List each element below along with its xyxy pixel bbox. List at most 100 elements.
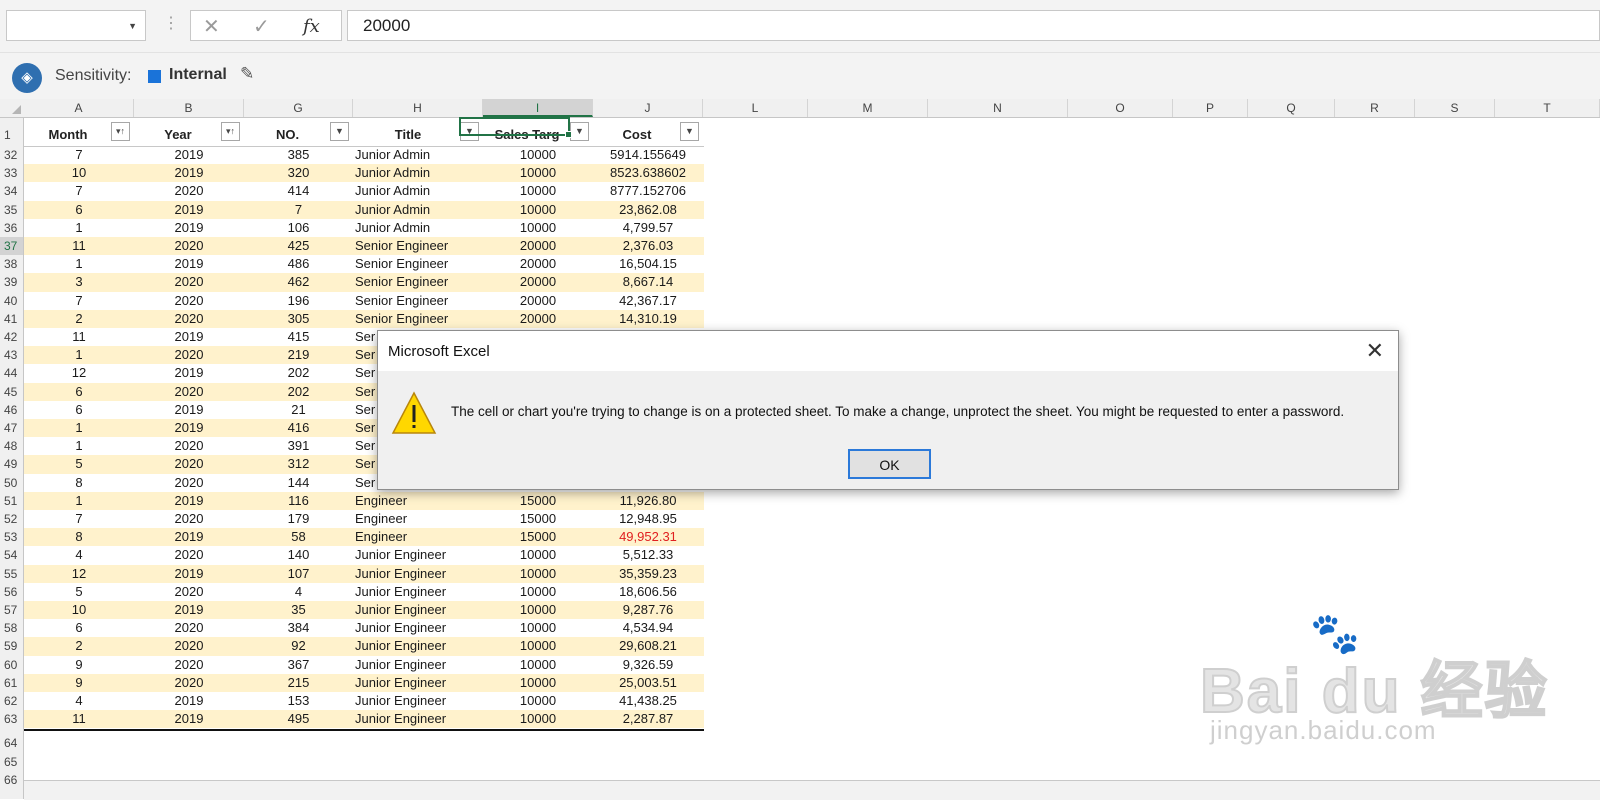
row-header[interactable]: 59: [0, 637, 23, 655]
cell-target[interactable]: 20000: [483, 255, 593, 273]
row-header[interactable]: 63: [0, 710, 23, 728]
cell-target[interactable]: 15000: [483, 510, 593, 528]
row-header[interactable]: 47: [0, 419, 23, 437]
cell-target[interactable]: 10000: [483, 182, 593, 200]
row-header[interactable]: 60: [0, 656, 23, 674]
cell-year[interactable]: 2020: [134, 237, 244, 255]
cell-month[interactable]: 6: [24, 383, 134, 401]
cell-no[interactable]: 21: [244, 401, 353, 419]
cell-month[interactable]: 7: [24, 146, 134, 164]
cell-target[interactable]: 10000: [483, 201, 593, 219]
cell-month[interactable]: 11: [24, 237, 134, 255]
row-header[interactable]: 34: [0, 182, 23, 200]
cell-month[interactable]: 11: [24, 328, 134, 346]
cell-no[interactable]: 7: [244, 201, 353, 219]
active-cell[interactable]: [459, 117, 572, 138]
cell-no[interactable]: 140: [244, 546, 353, 564]
cell-month[interactable]: 12: [24, 565, 134, 583]
filter-dropdown-icon[interactable]: ▼: [570, 122, 589, 141]
row-header[interactable]: 36: [0, 219, 23, 237]
cell-year[interactable]: 2020: [134, 619, 244, 637]
cell-cost[interactable]: 14,310.19: [593, 310, 703, 328]
select-all-button[interactable]: [0, 99, 24, 117]
cell-year[interactable]: 2020: [134, 674, 244, 692]
column-header-n[interactable]: N: [928, 99, 1068, 117]
cell-title[interactable]: Engineer: [353, 492, 485, 510]
name-box[interactable]: ▼: [6, 10, 146, 41]
cell-no[interactable]: 202: [244, 364, 353, 382]
cell-cost[interactable]: 9,326.59: [593, 656, 703, 674]
column-header-r[interactable]: R: [1335, 99, 1415, 117]
cell-no[interactable]: 219: [244, 346, 353, 364]
cell-title[interactable]: Junior Admin: [353, 164, 485, 182]
cell-no[interactable]: 495: [244, 710, 353, 728]
cell-year[interactable]: 2019: [134, 401, 244, 419]
cell-year[interactable]: 2019: [134, 328, 244, 346]
row-header[interactable]: 61: [0, 674, 23, 692]
cell-year[interactable]: 2020: [134, 656, 244, 674]
column-header-t[interactable]: T: [1495, 99, 1600, 117]
cell-year[interactable]: 2019: [134, 201, 244, 219]
row-header[interactable]: 43: [0, 346, 23, 364]
cell-title[interactable]: Junior Admin: [353, 201, 485, 219]
row-header[interactable]: 45: [0, 383, 23, 401]
cell-title[interactable]: Junior Engineer: [353, 637, 485, 655]
cell-year[interactable]: 2020: [134, 273, 244, 291]
filter-dropdown-icon[interactable]: ▾↑: [221, 122, 240, 141]
cell-no[interactable]: 320: [244, 164, 353, 182]
column-header-s[interactable]: S: [1415, 99, 1495, 117]
row-header[interactable]: 65: [0, 753, 23, 771]
row-header[interactable]: 66: [0, 771, 23, 789]
cell-no[interactable]: 462: [244, 273, 353, 291]
cell-month[interactable]: 5: [24, 455, 134, 473]
cell-year[interactable]: 2019: [134, 164, 244, 182]
cell-target[interactable]: 15000: [483, 492, 593, 510]
cell-no[interactable]: 202: [244, 383, 353, 401]
cell-title[interactable]: Engineer: [353, 510, 485, 528]
close-icon[interactable]: ✕: [1366, 339, 1384, 363]
column-header-b[interactable]: B: [134, 99, 244, 117]
cell-month[interactable]: 9: [24, 656, 134, 674]
cell-cost[interactable]: 12,948.95: [593, 510, 703, 528]
cell-month[interactable]: 10: [24, 601, 134, 619]
row-header[interactable]: 39: [0, 273, 23, 291]
cell-no[interactable]: 414: [244, 182, 353, 200]
cell-target[interactable]: 20000: [483, 310, 593, 328]
row-header[interactable]: 57: [0, 601, 23, 619]
column-header-o[interactable]: O: [1068, 99, 1173, 117]
insert-function-icon[interactable]: fx: [303, 16, 320, 37]
column-header-q[interactable]: Q: [1248, 99, 1335, 117]
filter-dropdown-icon[interactable]: ▾↑: [111, 122, 130, 141]
cell-year[interactable]: 2019: [134, 219, 244, 237]
cell-title[interactable]: Junior Admin: [353, 219, 485, 237]
cell-month[interactable]: 1: [24, 419, 134, 437]
cell-target[interactable]: 15000: [483, 528, 593, 546]
cell-year[interactable]: 2020: [134, 292, 244, 310]
cell-year[interactable]: 2020: [134, 637, 244, 655]
column-header-a[interactable]: A: [24, 99, 134, 117]
cell-month[interactable]: 1: [24, 346, 134, 364]
cell-year[interactable]: 2019: [134, 146, 244, 164]
cell-cost[interactable]: 49,952.31: [593, 528, 703, 546]
cell-no[interactable]: 391: [244, 437, 353, 455]
cell-no[interactable]: 35: [244, 601, 353, 619]
cell-target[interactable]: 10000: [483, 565, 593, 583]
row-header[interactable]: 64: [0, 734, 23, 752]
cell-no[interactable]: 196: [244, 292, 353, 310]
column-header-m[interactable]: M: [808, 99, 928, 117]
cell-title[interactable]: Junior Engineer: [353, 565, 485, 583]
cell-year[interactable]: 2020: [134, 437, 244, 455]
cell-title[interactable]: Junior Admin: [353, 182, 485, 200]
cell-year[interactable]: 2019: [134, 565, 244, 583]
cell-no[interactable]: 106: [244, 219, 353, 237]
cell-no[interactable]: 92: [244, 637, 353, 655]
cell-year[interactable]: 2020: [134, 474, 244, 492]
cell-cost[interactable]: 42,367.17: [593, 292, 703, 310]
cell-month[interactable]: 6: [24, 401, 134, 419]
cell-title[interactable]: Senior Engineer: [353, 292, 485, 310]
pencil-icon[interactable]: ✎: [240, 64, 254, 84]
cell-year[interactable]: 2019: [134, 710, 244, 728]
cell-no[interactable]: 385: [244, 146, 353, 164]
cell-month[interactable]: 5: [24, 583, 134, 601]
cell-month[interactable]: 11: [24, 710, 134, 728]
